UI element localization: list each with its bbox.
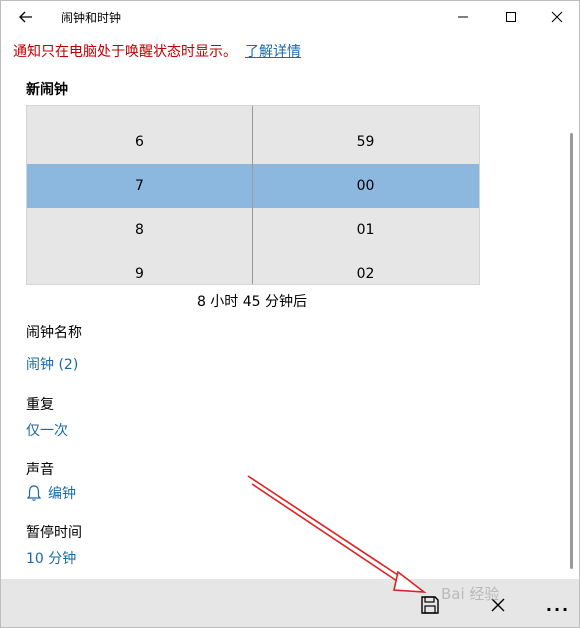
save-icon [421,596,439,614]
hour-option-selected[interactable]: 7 [27,164,252,208]
notification-notice: 通知只在电脑处于唤醒状态时显示。 了解详情 [13,41,301,61]
alarm-name-label: 闹钟名称 [26,325,82,341]
bell-icon [26,485,42,501]
minute-option[interactable]: 59 [253,120,478,164]
minimize-button[interactable] [440,1,486,33]
more-icon: ... [545,595,571,615]
sound-value: 编钟 [48,486,76,502]
arrow-left-icon [19,11,32,23]
sound-label: 声音 [26,462,54,478]
minute-option[interactable]: 01 [253,208,478,252]
hour-option[interactable]: 9 [27,252,252,284]
maximize-button[interactable] [488,1,534,33]
scrollbar[interactable] [570,133,573,569]
alarm-name-field[interactable]: 闹钟 (2) [26,354,78,374]
hour-column[interactable]: 6 7 8 9 [27,106,252,284]
learn-more-link[interactable]: 了解详情 [245,44,301,60]
maximize-icon [506,12,516,22]
more-button[interactable]: ... [539,587,577,623]
minute-column[interactable]: 59 00 01 02 [253,106,478,284]
time-picker[interactable]: 6 7 8 9 59 00 01 02 [26,105,480,285]
page-title: 新闹钟 [26,82,68,98]
snooze-label: 暂停时间 [26,525,82,541]
close-window-button[interactable] [534,1,579,33]
back-button[interactable] [9,4,43,30]
sound-selector[interactable]: 编钟 [26,483,76,503]
watermark: Bai 经验 [441,585,500,603]
snooze-selector[interactable]: 10 分钟 [26,548,76,568]
title-bar: 闹钟和时钟 [1,1,579,33]
repeat-selector[interactable]: 仅一次 [26,420,68,440]
minimize-icon [458,16,468,18]
close-icon [551,11,563,23]
time-until-alarm: 8 小时 45 分钟后 [196,294,308,310]
minute-option[interactable]: 02 [253,252,478,284]
hour-option[interactable]: 6 [27,120,252,164]
notice-text: 通知只在电脑处于唤醒状态时显示。 [13,44,237,60]
window-title: 闹钟和时钟 [61,11,122,25]
hour-option[interactable]: 8 [27,208,252,252]
app-window: 闹钟和时钟 通知只在电脑处于唤醒状态时显示。了解详情 新闹钟 6 7 8 9 [0,0,580,628]
minute-option-selected[interactable]: 00 [253,164,478,208]
repeat-label: 重复 [26,397,54,413]
